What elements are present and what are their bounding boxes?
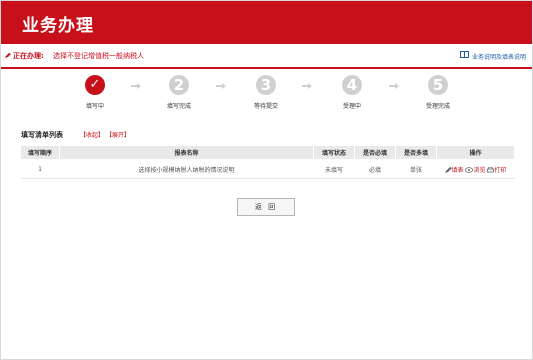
pencil-icon [444,166,452,173]
collapse-link[interactable]: 【收起】 [80,130,104,139]
step-3: 3 等待提交 [241,75,291,110]
step-2-label: 填写完成 [166,103,191,110]
return-button[interactable]: 返 回 [237,198,295,216]
row-report-name: 选择按小规模纳税人纳税的情况说明 [59,159,314,179]
book-icon [460,51,469,58]
table-header-row: 填写顺序 报表名称 填写状态 是否必填 是否多填 操作 [20,145,515,160]
expand-link[interactable]: 【展开】 [106,130,130,139]
page-header: 业务办理 [1,1,532,44]
column-header: 操作 [436,145,515,160]
pen-icon [5,53,11,58]
row-status: 未填写 [313,159,355,179]
arrow-right-icon [131,83,141,89]
column-header: 是否多填 [395,145,437,160]
print-link[interactable]: 打印 [487,167,506,174]
column-header: 是否必填 [354,145,396,160]
status-label: 正在办理: [13,52,44,60]
step-5: 5 受理完成 [413,75,463,110]
step-5-label: 受理完成 [425,103,450,110]
table-row: 1 选择按小规模纳税人纳税的情况说明 未填写 必填 单张 填表 浏览 打印 [20,159,515,179]
column-header: 填写状态 [313,145,355,160]
row-order: 1 [20,159,60,179]
step-4-label: 受理中 [342,103,361,110]
fill-list-table: 填写顺序 报表名称 填写状态 是否必填 是否多填 操作 1 选择按小规模纳税人纳… [20,145,515,179]
row-multi: 单张 [395,159,437,179]
help-link[interactable]: 业务说明及填表说明 [472,52,526,61]
step-2: 2 填写完成 [154,75,204,110]
status-bar: 正在办理: 选择不登记增值税一般纳税人 业务说明及填表说明 [1,44,532,69]
print-label: 打印 [494,166,507,174]
status-value: 选择不登记增值税一般纳税人 [53,52,144,60]
fill-form-label: 填表 [451,166,464,174]
step-1-circle: ✓ [85,75,105,95]
page-title: 业务办理 [22,16,94,36]
row-required: 必填 [354,159,396,179]
step-3-label: 等待提交 [253,103,278,110]
browse-link[interactable]: 浏览 [465,167,487,174]
step-1: ✓ 填写中 [70,75,120,110]
step-2-circle: 2 [169,75,189,95]
step-5-circle: 5 [428,75,448,95]
progress-steps: ✓ 填写中 2 填写完成 3 等待提交 4 受理中 5 受理完成 [0,75,533,120]
step-1-label: 填写中 [85,103,104,110]
step-4: 4 受理中 [327,75,377,110]
arrow-right-icon [216,83,226,89]
step-4-circle: 4 [342,75,362,95]
column-header: 填写顺序 [20,145,60,160]
browse-label: 浏览 [473,166,486,174]
step-3-circle: 3 [256,75,276,95]
column-header: 报表名称 [59,145,314,160]
arrow-right-icon [302,83,312,89]
row-actions: 填表 浏览 打印 [436,159,515,179]
arrow-right-icon [389,83,399,89]
fill-form-link[interactable]: 填表 [444,166,466,174]
list-title: 填写清单列表 [21,131,63,139]
